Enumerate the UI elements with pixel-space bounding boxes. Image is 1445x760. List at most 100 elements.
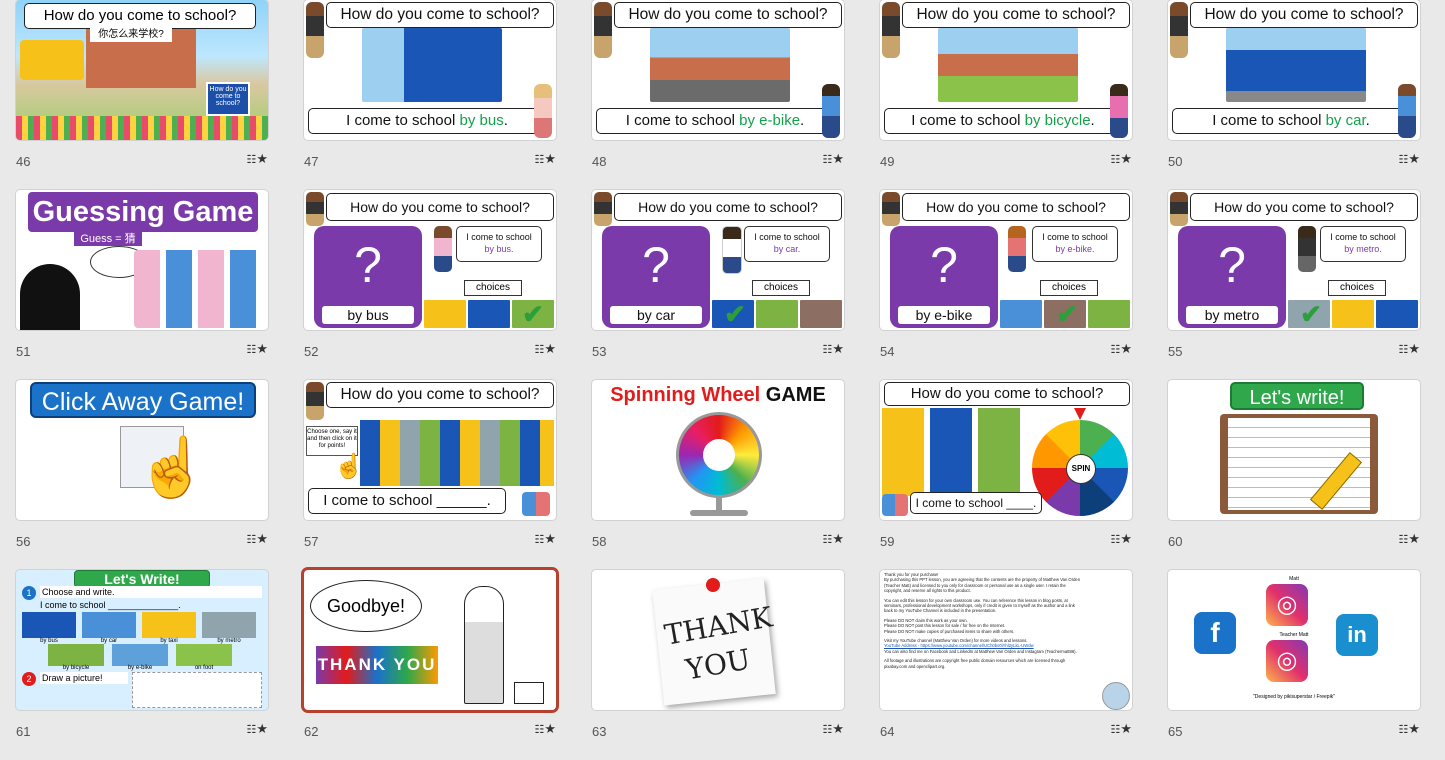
option-by-bus[interactable] xyxy=(22,612,76,638)
slide-options-icon[interactable]: ☷★ xyxy=(1110,341,1132,357)
slide-options-icon[interactable]: ☷★ xyxy=(246,341,268,357)
wheel-pointer-icon xyxy=(1074,408,1086,420)
option-by-ebike[interactable] xyxy=(112,644,168,666)
slide-57[interactable]: How do you come to school? Choose one, s… xyxy=(304,380,556,570)
slide-48[interactable]: How do you come to school? I come to sch… xyxy=(592,0,844,190)
slide-options-icon[interactable]: ☷★ xyxy=(822,721,844,737)
children-icon xyxy=(134,250,262,328)
guess-label: by metro xyxy=(1186,306,1278,324)
slide-59[interactable]: How do you come to school? SPIN I come t… xyxy=(880,380,1132,570)
slide-number: 58 xyxy=(592,534,607,549)
slide-50[interactable]: How do you come to school? I come to sch… xyxy=(1168,0,1420,190)
instagram-icon[interactable]: ◎ xyxy=(1266,584,1308,626)
slide-options-icon[interactable]: ☷★ xyxy=(822,341,844,357)
slide-options-icon[interactable]: ☷★ xyxy=(246,721,268,737)
instagram-icon-2[interactable]: ◎ xyxy=(1266,640,1308,682)
slide-59-thumb[interactable]: How do you come to school? SPIN I come t… xyxy=(880,380,1132,520)
slide-58[interactable]: Spinning Wheel GAME 58 ☷★ xyxy=(592,380,844,570)
girl-icon xyxy=(434,226,452,272)
guess-card[interactable]: ? by bus xyxy=(314,226,422,328)
slide-49-thumb[interactable]: How do you come to school? I come to sch… xyxy=(880,0,1132,140)
slide-62-thumb[interactable]: Goodbye! THANK YOU xyxy=(304,570,556,710)
slide-46[interactable]: How do you come to school? 你怎么来学校? How d… xyxy=(16,0,268,190)
slide-64-thumb[interactable]: Thank you for your purchase! By purchasi… xyxy=(880,570,1132,710)
slide-47[interactable]: How do you come to school? I come to sch… xyxy=(304,0,556,190)
teacher-icon xyxy=(594,2,612,58)
girl-icon xyxy=(534,84,552,138)
spin-button[interactable]: SPIN xyxy=(1066,454,1096,484)
slide-number: 65 xyxy=(1168,724,1183,739)
slide-61-thumb[interactable]: Let's Write! 1 Choose and write. I come … xyxy=(16,570,268,710)
step-2-text: Draw a picture! xyxy=(40,672,128,684)
slide-options-icon[interactable]: ☷★ xyxy=(1398,721,1420,737)
slide-53-thumb[interactable]: How do you come to school? ? by car I com… xyxy=(592,190,844,330)
slide-60-thumb[interactable]: Let's write! xyxy=(1168,380,1420,520)
slide-options-icon[interactable]: ☷★ xyxy=(534,531,556,547)
drawing-area[interactable] xyxy=(132,672,262,708)
option-by-metro[interactable] xyxy=(202,612,256,638)
slide-options-icon[interactable]: ☷★ xyxy=(1398,531,1420,547)
slide-62[interactable]: Goodbye! THANK YOU 62 ☷★ xyxy=(304,570,556,760)
slide-61[interactable]: Let's Write! 1 Choose and write. I come … xyxy=(16,570,268,760)
slide-options-icon[interactable]: ☷★ xyxy=(822,531,844,547)
slide-53[interactable]: How do you come to school? ? by car I com… xyxy=(592,190,844,380)
slide-54-thumb[interactable]: How do you come to school? ? by e-bike I … xyxy=(880,190,1132,330)
option-by-taxi[interactable] xyxy=(142,612,196,638)
option-on-foot[interactable] xyxy=(176,644,232,666)
slide-65[interactable]: Matt ◎ f Teacher Matt ◎ in "Designed by … xyxy=(1168,570,1420,760)
slide-47-thumb[interactable]: How do you come to school? I come to sch… xyxy=(304,0,556,140)
slide-52[interactable]: How do you come to school? ? by bus I com… xyxy=(304,190,556,380)
slide-54[interactable]: How do you come to school? ? by e-bike I … xyxy=(880,190,1132,380)
guess-card[interactable]: ? by metro xyxy=(1178,226,1286,328)
car-scene xyxy=(1226,28,1366,102)
write-line[interactable]: I come to school ______________. xyxy=(40,600,260,610)
slide-51-thumb[interactable]: Guessing Game Guess = 猜 xyxy=(16,190,268,330)
option-by-car[interactable] xyxy=(82,612,136,638)
picture-tiles[interactable] xyxy=(882,408,1026,496)
guess-card[interactable]: ? by car xyxy=(602,226,710,328)
slide-46-thumb[interactable]: How do you come to school? 你怎么来学校? How d… xyxy=(16,0,268,140)
guess-card[interactable]: ? by e-bike xyxy=(890,226,998,328)
ebike-scene xyxy=(650,28,790,102)
question-box: How do you come to school? xyxy=(1190,193,1418,221)
slide-options-icon[interactable]: ☷★ xyxy=(1110,151,1132,167)
linkedin-icon[interactable]: in xyxy=(1336,614,1378,656)
slide-options-icon[interactable]: ☷★ xyxy=(246,151,268,167)
girl-icon xyxy=(1110,84,1128,138)
slide-58-thumb[interactable]: Spinning Wheel GAME xyxy=(592,380,844,520)
option-by-bicycle[interactable] xyxy=(48,644,104,666)
boy-icon xyxy=(822,84,840,138)
slide-number: 56 xyxy=(16,534,31,549)
slide-50-thumb[interactable]: How do you come to school? I come to sch… xyxy=(1168,0,1420,140)
slide-55[interactable]: How do you come to school? ? by metro I c… xyxy=(1168,190,1420,380)
slide-options-icon[interactable]: ☷★ xyxy=(1398,151,1420,167)
answer-box: I come to school by e-bike. xyxy=(596,108,834,134)
wheel-center xyxy=(703,439,735,471)
slide-48-thumb[interactable]: How do you come to school? I come to sch… xyxy=(592,0,844,140)
slide-options-icon[interactable]: ☷★ xyxy=(1110,721,1132,737)
slide-63[interactable]: THANK YOU 63 ☷★ xyxy=(592,570,844,760)
slide-63-thumb[interactable]: THANK YOU xyxy=(592,570,844,710)
slide-56[interactable]: Click Away Game! ☝ 56 ☷★ xyxy=(16,380,268,570)
slide-49[interactable]: How do you come to school? I come to sch… xyxy=(880,0,1132,190)
slide-56-thumb[interactable]: Click Away Game! ☝ xyxy=(16,380,268,520)
answer-bubble: I come to school by e-bike. xyxy=(1032,226,1118,262)
slide-options-icon[interactable]: ☷★ xyxy=(1398,341,1420,357)
slide-55-thumb[interactable]: How do you come to school? ? by metro I c… xyxy=(1168,190,1420,330)
slide-options-icon[interactable]: ☷★ xyxy=(246,531,268,547)
slide-options-icon[interactable]: ☷★ xyxy=(534,341,556,357)
answer-box: I come to school by bicycle. xyxy=(884,108,1122,134)
slide-51[interactable]: Guessing Game Guess = 猜 51 ☷★ xyxy=(16,190,268,380)
slide-57-thumb[interactable]: How do you come to school? Choose one, s… xyxy=(304,380,556,520)
slide-52-thumb[interactable]: How do you come to school? ? by bus I com… xyxy=(304,190,556,330)
slide-options-icon[interactable]: ☷★ xyxy=(534,151,556,167)
answer-box: I come to school ____. xyxy=(910,492,1042,514)
facebook-icon[interactable]: f xyxy=(1194,612,1236,654)
slide-options-icon[interactable]: ☷★ xyxy=(1110,531,1132,547)
slide-60[interactable]: Let's write! 60 ☷★ xyxy=(1168,380,1420,570)
slide-options-icon[interactable]: ☷★ xyxy=(534,721,556,737)
slide-64[interactable]: Thank you for your purchase! By purchasi… xyxy=(880,570,1132,760)
slide-options-icon[interactable]: ☷★ xyxy=(822,151,844,167)
picture-grid[interactable] xyxy=(360,420,554,486)
slide-65-thumb[interactable]: Matt ◎ f Teacher Matt ◎ in "Designed by … xyxy=(1168,570,1420,710)
